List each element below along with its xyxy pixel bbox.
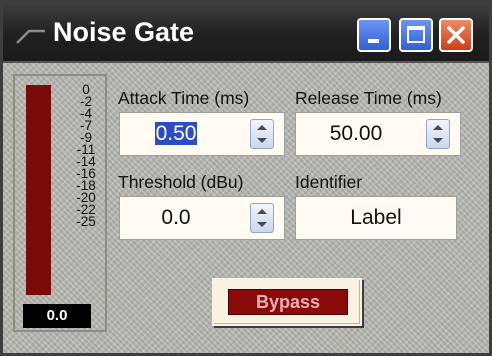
maximize-icon xyxy=(407,26,425,43)
level-meter: 0 -2 -4 -7 -9 -11 -14 -16 -18 -20 -22 -2… xyxy=(13,74,107,332)
spin-up-icon[interactable] xyxy=(251,204,273,218)
release-time-field[interactable]: 50.00 xyxy=(295,112,461,156)
threshold-label: Threshold (dBu) xyxy=(118,172,244,192)
attack-time-spinner[interactable] xyxy=(250,119,274,149)
maximize-button[interactable] xyxy=(399,18,433,52)
noise-gate-window: Noise Gate 0 -2 -4 -7 -9 -11 -14 -16 -18… xyxy=(0,0,492,356)
minimize-button[interactable] xyxy=(357,18,391,52)
close-button[interactable] xyxy=(439,18,473,52)
title-bar[interactable]: Noise Gate xyxy=(3,3,489,63)
attack-time-label: Attack Time (ms) xyxy=(118,88,250,108)
spin-down-icon[interactable] xyxy=(251,218,273,232)
spin-up-icon[interactable] xyxy=(427,120,449,134)
minimize-icon xyxy=(368,39,379,43)
meter-readout: 0.0 xyxy=(23,304,91,328)
release-time-value[interactable]: 50.00 xyxy=(296,113,416,155)
window-title: Noise Gate xyxy=(53,17,195,47)
meter-bar xyxy=(26,85,51,295)
gate-curve-icon xyxy=(16,29,45,44)
release-time-spinner[interactable] xyxy=(426,119,450,149)
bypass-button[interactable]: Bypass xyxy=(212,278,362,326)
threshold-value[interactable]: 0.0 xyxy=(120,197,232,239)
spin-down-icon[interactable] xyxy=(427,134,449,148)
bypass-label: Bypass xyxy=(228,289,348,315)
identifier-value[interactable]: Label xyxy=(296,197,456,239)
attack-time-value[interactable]: 0.50 xyxy=(154,122,198,145)
spin-down-icon[interactable] xyxy=(251,134,273,148)
identifier-label: Identifier xyxy=(295,172,363,192)
release-time-label: Release Time (ms) xyxy=(295,88,442,108)
close-icon xyxy=(447,26,465,44)
spin-up-icon[interactable] xyxy=(251,120,273,134)
threshold-field[interactable]: 0.0 xyxy=(119,196,285,240)
attack-time-field[interactable]: 0.50 xyxy=(119,112,285,156)
threshold-spinner[interactable] xyxy=(250,203,274,233)
meter-scale: 0 -2 -4 -7 -9 -11 -14 -16 -18 -20 -22 -2… xyxy=(71,83,101,293)
identifier-field[interactable]: Label xyxy=(295,196,457,240)
meter-tick: -25 xyxy=(76,214,96,229)
